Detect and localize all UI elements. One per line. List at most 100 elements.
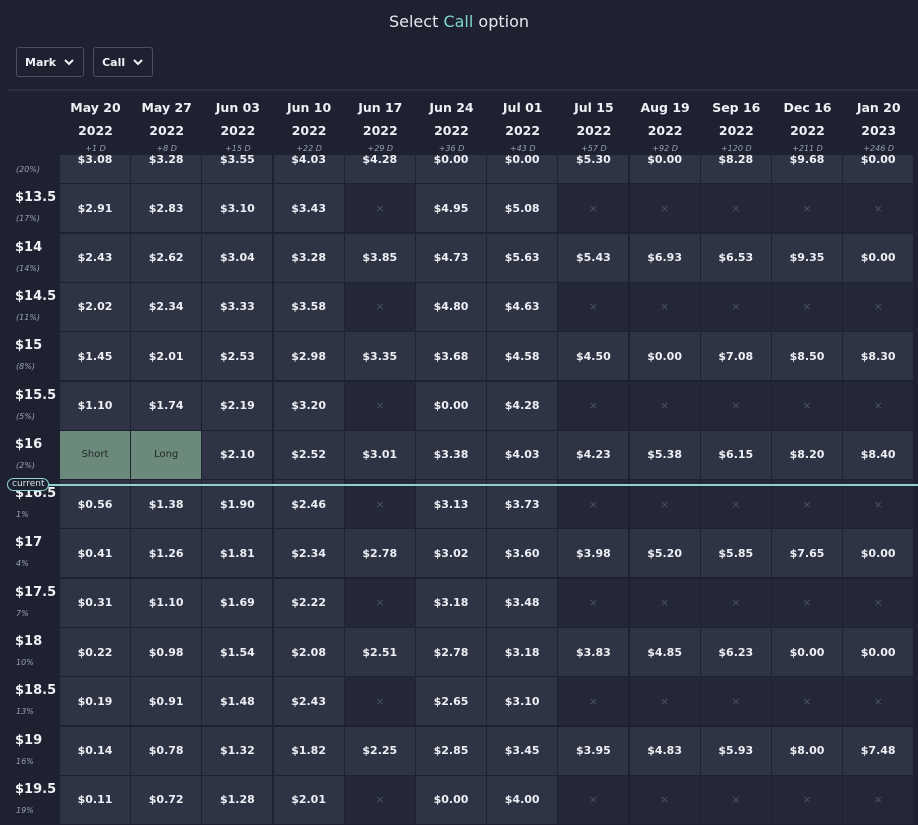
option-price-cell[interactable]: $4.00 xyxy=(487,775,558,824)
option-price-cell[interactable]: $4.28 xyxy=(344,155,415,183)
option-price-cell[interactable]: $2.51 xyxy=(344,628,415,676)
option-price-cell[interactable]: $0.11 xyxy=(60,775,130,824)
short-leg-cell[interactable]: Short xyxy=(60,430,130,479)
option-price-cell[interactable]: $0.00 xyxy=(629,332,700,381)
option-price-cell[interactable]: $2.91 xyxy=(60,184,130,233)
option-price-cell[interactable]: $0.00 xyxy=(487,155,558,183)
option-price-cell[interactable]: $8.30 xyxy=(843,332,914,381)
option-price-cell[interactable]: $8.28 xyxy=(700,155,771,183)
option-price-cell[interactable]: $3.95 xyxy=(558,726,629,775)
option-price-cell[interactable]: $3.38 xyxy=(416,430,486,479)
long-leg-cell[interactable]: Long xyxy=(131,430,202,479)
option-price-cell[interactable]: $3.35 xyxy=(344,332,415,381)
option-price-cell[interactable]: $5.20 xyxy=(629,529,700,578)
option-price-cell[interactable]: $1.54 xyxy=(202,628,273,676)
option-price-cell[interactable]: $0.00 xyxy=(416,775,486,824)
option-price-cell[interactable]: $4.58 xyxy=(487,332,558,381)
option-price-cell[interactable]: $0.00 xyxy=(843,529,914,578)
option-price-cell[interactable]: $2.46 xyxy=(273,480,344,529)
option-price-cell[interactable]: $4.03 xyxy=(273,155,344,183)
option-price-cell[interactable]: $7.08 xyxy=(700,332,771,381)
option-price-cell[interactable]: $2.34 xyxy=(273,529,344,578)
option-price-cell[interactable]: $4.23 xyxy=(558,430,629,479)
option-price-cell[interactable]: $4.03 xyxy=(487,430,558,479)
option-price-cell[interactable]: $3.13 xyxy=(416,480,486,529)
option-price-cell[interactable]: $0.22 xyxy=(60,628,130,676)
option-price-cell[interactable]: $3.01 xyxy=(344,430,415,479)
option-price-cell[interactable]: $0.00 xyxy=(843,155,914,183)
option-price-cell[interactable]: $1.69 xyxy=(202,578,273,627)
option-price-cell[interactable]: $4.83 xyxy=(629,726,700,775)
option-price-cell[interactable]: $7.65 xyxy=(772,529,842,578)
option-price-cell[interactable]: $6.15 xyxy=(700,430,771,479)
option-price-cell[interactable]: $2.10 xyxy=(202,430,273,479)
option-price-cell[interactable]: $3.85 xyxy=(344,233,415,282)
option-price-cell[interactable]: $4.73 xyxy=(416,233,486,282)
option-price-cell[interactable]: $3.18 xyxy=(416,578,486,627)
option-price-cell[interactable]: $1.28 xyxy=(202,775,273,824)
option-price-cell[interactable]: $2.83 xyxy=(131,184,202,233)
option-price-cell[interactable]: $0.56 xyxy=(60,480,130,529)
option-price-cell[interactable]: $8.20 xyxy=(772,430,842,479)
option-price-cell[interactable]: $4.80 xyxy=(416,282,486,331)
option-price-cell[interactable]: $0.00 xyxy=(416,155,486,183)
option-price-cell[interactable]: $3.04 xyxy=(202,233,273,282)
option-price-cell[interactable]: $0.91 xyxy=(131,677,202,726)
option-price-cell[interactable]: $2.65 xyxy=(416,677,486,726)
option-price-cell[interactable]: $0.00 xyxy=(772,628,842,676)
option-price-cell[interactable]: $0.00 xyxy=(843,628,914,676)
option-price-cell[interactable]: $0.00 xyxy=(416,381,486,430)
option-price-cell[interactable]: $4.28 xyxy=(487,381,558,430)
option-price-cell[interactable]: $3.10 xyxy=(487,677,558,726)
option-price-cell[interactable]: $1.32 xyxy=(202,726,273,775)
option-price-cell[interactable]: $9.68 xyxy=(772,155,842,183)
option-price-cell[interactable]: $9.35 xyxy=(772,233,842,282)
option-price-cell[interactable]: $8.00 xyxy=(772,726,842,775)
option-price-cell[interactable]: $3.55 xyxy=(202,155,273,183)
option-price-cell[interactable]: $3.68 xyxy=(416,332,486,381)
option-price-cell[interactable]: $0.78 xyxy=(131,726,202,775)
option-price-cell[interactable]: $3.48 xyxy=(487,578,558,627)
option-price-cell[interactable]: $3.45 xyxy=(487,726,558,775)
option-price-cell[interactable]: $3.33 xyxy=(202,282,273,331)
option-price-cell[interactable]: $5.08 xyxy=(487,184,558,233)
option-price-cell[interactable]: $1.10 xyxy=(131,578,202,627)
option-price-cell[interactable]: $1.82 xyxy=(273,726,344,775)
option-price-cell[interactable]: $5.63 xyxy=(487,233,558,282)
option-price-cell[interactable]: $3.73 xyxy=(487,480,558,529)
option-price-cell[interactable]: $6.23 xyxy=(700,628,771,676)
option-price-cell[interactable]: $1.74 xyxy=(131,381,202,430)
option-price-cell[interactable]: $4.95 xyxy=(416,184,486,233)
option-price-cell[interactable]: $2.01 xyxy=(131,332,202,381)
option-price-cell[interactable]: $0.72 xyxy=(131,775,202,824)
option-price-cell[interactable]: $3.02 xyxy=(416,529,486,578)
option-price-cell[interactable]: $5.85 xyxy=(700,529,771,578)
option-price-cell[interactable]: $3.43 xyxy=(273,184,344,233)
option-price-cell[interactable]: $0.98 xyxy=(131,628,202,676)
option-price-cell[interactable]: $0.19 xyxy=(60,677,130,726)
price-type-dropdown[interactable]: Mark xyxy=(16,47,85,77)
option-price-cell[interactable]: $2.25 xyxy=(344,726,415,775)
option-price-cell[interactable]: $7.48 xyxy=(843,726,914,775)
option-price-cell[interactable]: $3.20 xyxy=(273,381,344,430)
option-price-cell[interactable]: $1.45 xyxy=(60,332,130,381)
option-price-cell[interactable]: $2.78 xyxy=(416,628,486,676)
option-price-cell[interactable]: $3.60 xyxy=(487,529,558,578)
option-price-cell[interactable]: $6.53 xyxy=(700,233,771,282)
option-price-cell[interactable]: $8.40 xyxy=(843,430,914,479)
option-price-cell[interactable]: $3.28 xyxy=(131,155,202,183)
option-price-cell[interactable]: $3.58 xyxy=(273,282,344,331)
option-price-cell[interactable]: $3.83 xyxy=(558,628,629,676)
option-price-cell[interactable]: $2.43 xyxy=(273,677,344,726)
option-price-cell[interactable]: $0.14 xyxy=(60,726,130,775)
option-price-cell[interactable]: $3.98 xyxy=(558,529,629,578)
option-price-cell[interactable]: $1.90 xyxy=(202,480,273,529)
option-price-cell[interactable]: $2.19 xyxy=(202,381,273,430)
option-price-cell[interactable]: $0.00 xyxy=(843,233,914,282)
option-price-cell[interactable]: $0.00 xyxy=(629,155,700,183)
option-price-cell[interactable]: $2.98 xyxy=(273,332,344,381)
option-price-cell[interactable]: $2.85 xyxy=(416,726,486,775)
option-price-cell[interactable]: $5.30 xyxy=(558,155,629,183)
option-price-cell[interactable]: $2.78 xyxy=(344,529,415,578)
option-price-cell[interactable]: $2.53 xyxy=(202,332,273,381)
